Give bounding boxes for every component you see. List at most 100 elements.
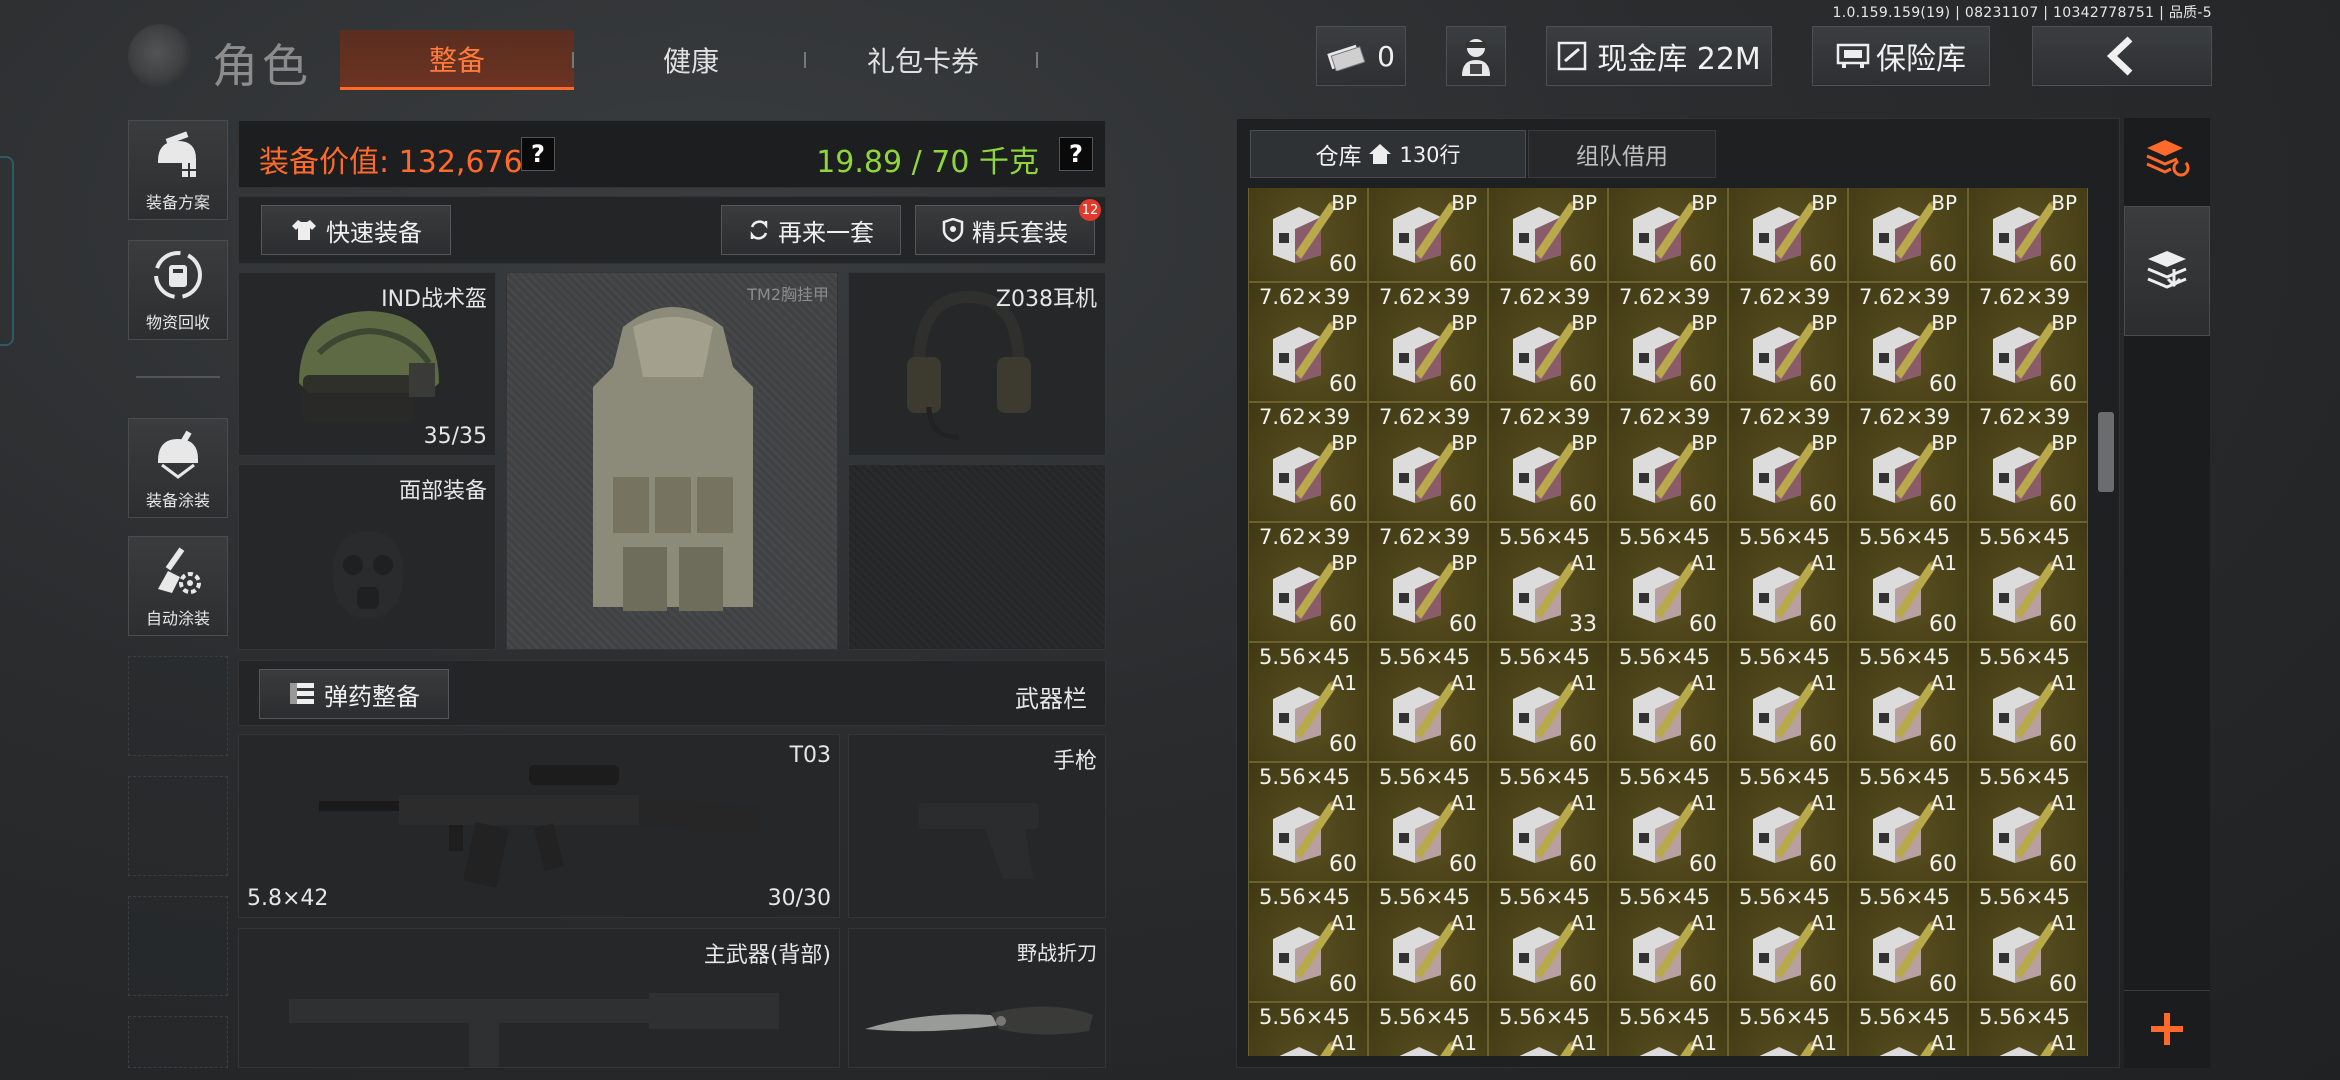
ammo-cell[interactable]: 5.56×45A160 xyxy=(1248,642,1368,762)
primary-weapon-slot[interactable]: T03 5.8×42 30/30 xyxy=(238,734,840,918)
warehouse-scrollbar[interactable] xyxy=(2098,412,2114,492)
ammo-cell[interactable]: 5.56×45 A1 33 xyxy=(1488,522,1608,642)
ammo-cell[interactable]: 7.62×39BP60 xyxy=(1728,402,1848,522)
ammo-cell[interactable]: 7.62×39BP60 xyxy=(1608,402,1728,522)
ammo-cell[interactable]: 5.56×45A160 xyxy=(1728,882,1848,1002)
tab-team-borrow[interactable]: 组队借用 xyxy=(1528,130,1716,178)
ammo-cell[interactable]: 7.62×39BP60 xyxy=(1488,282,1608,402)
face-slot[interactable]: 面部装备 xyxy=(238,464,496,650)
ammo-cell[interactable]: 7.62×39BP60 xyxy=(1608,282,1728,402)
ammo-quantity: 60 xyxy=(1449,612,1477,637)
ammo-type: A1 xyxy=(1570,911,1597,935)
ammo-cell[interactable]: 5.56×45A160 xyxy=(1368,762,1488,882)
ammo-cell[interactable]: 7.62×39BP60 xyxy=(1248,188,1368,282)
ammo-cell[interactable]: 5.56×45A160 xyxy=(1248,1002,1368,1056)
ammo-cell[interactable]: 5.56×45A160 xyxy=(1488,642,1608,762)
ammo-cell[interactable]: 7.62×39BP60 xyxy=(1848,188,1968,282)
ammo-cell[interactable]: 7.62×39BP60 xyxy=(1368,522,1488,642)
ammo-caliber: 5.56×45 xyxy=(1739,765,1831,789)
ammo-setup-button[interactable]: 弹药整备 xyxy=(259,669,449,719)
ammo-cell[interactable]: 5.56×45A160 xyxy=(1608,762,1728,882)
ammo-cell[interactable]: 7.62×39BP60 xyxy=(1368,402,1488,522)
ammo-cell[interactable]: 5.56×45A160 xyxy=(1968,522,2088,642)
ammo-cell[interactable]: 5.56×45A160 xyxy=(1608,522,1728,642)
ammo-cell[interactable]: 7.62×39BP60 xyxy=(1368,282,1488,402)
armor-slot[interactable]: TM2胸挂甲 xyxy=(506,272,838,650)
ammo-cell[interactable]: 5.56×45A160 xyxy=(1848,1002,1968,1056)
ammo-type: BP xyxy=(2051,191,2077,215)
ammo-quantity: 60 xyxy=(1449,852,1477,877)
again-set-button[interactable]: 再来一套 xyxy=(721,205,901,255)
ammo-cell[interactable]: 5.56×45A160 xyxy=(1488,882,1608,1002)
ammo-cell[interactable]: 7.62×39BP60 xyxy=(1248,522,1368,642)
ammo-cell[interactable]: 5.56×45A160 xyxy=(1368,642,1488,762)
ammo-cell[interactable]: 7.62×39BP60 xyxy=(1848,402,1968,522)
ammo-cell[interactable]: 7.62×39BP60 xyxy=(1368,188,1488,282)
ammo-cell[interactable]: 5.56×45A160 xyxy=(1728,642,1848,762)
weight-help-button[interactable]: ? xyxy=(1059,137,1093,171)
ammo-cell[interactable]: 5.56×45A160 xyxy=(1728,522,1848,642)
ammo-cell[interactable]: 7.62×39BP60 xyxy=(1248,282,1368,402)
ammo-cell[interactable]: 7.62×39BP60 xyxy=(1968,402,2088,522)
ammo-cell[interactable]: 7.62×39BP60 xyxy=(1728,188,1848,282)
ammo-cell[interactable]: 5.56×45A160 xyxy=(1848,762,1968,882)
ammo-cell[interactable]: 5.56×45A160 xyxy=(1848,642,1968,762)
ammo-type: A1 xyxy=(1930,551,1957,575)
ammo-cell[interactable]: 7.62×39BP60 xyxy=(1608,188,1728,282)
ammo-cell[interactable]: 5.56×45A160 xyxy=(1608,1002,1728,1056)
ammo-cell[interactable]: 5.56×45A160 xyxy=(1968,1002,2088,1056)
ammo-cell[interactable]: 5.56×45A160 xyxy=(1968,642,2088,762)
sidebar-item-auto-paint[interactable]: 自动涂装 xyxy=(128,536,228,636)
back-button[interactable] xyxy=(2032,26,2212,86)
value-help-button[interactable]: ? xyxy=(521,137,555,171)
add-button[interactable] xyxy=(2124,990,2210,1066)
quick-equip-button[interactable]: 快速装备 xyxy=(261,205,451,255)
ammo-type: A1 xyxy=(1690,911,1717,935)
ammo-cell[interactable]: 7.62×39BP60 xyxy=(1968,282,2088,402)
ammo-cell[interactable]: 5.56×45A160 xyxy=(1728,1002,1848,1056)
knife-slot[interactable]: 野战折刀 xyxy=(848,928,1106,1068)
tab-storage[interactable]: 仓库 130行 xyxy=(1250,130,1526,178)
ammo-cell[interactable]: 5.56×45A160 xyxy=(1968,882,2088,1002)
headset-slot[interactable]: Z038耳机 xyxy=(848,272,1106,456)
ammo-cell[interactable]: 5.56×45A160 xyxy=(1728,762,1848,882)
ammo-cell[interactable]: 5.56×45A160 xyxy=(1608,642,1728,762)
ammo-cell[interactable]: 5.56×45A160 xyxy=(1848,882,1968,1002)
ammo-cell[interactable]: 7.62×39BP60 xyxy=(1488,402,1608,522)
sidebar-item-label: 自动涂装 xyxy=(145,609,210,628)
pistol-slot[interactable]: 手枪 xyxy=(848,734,1106,918)
soldier-button[interactable] xyxy=(1446,26,1506,86)
empty-gear-slot[interactable] xyxy=(848,464,1106,650)
ammo-cell[interactable]: 5.56×45A160 xyxy=(1248,882,1368,1002)
cash-vault-button[interactable]: 现金库 22M xyxy=(1546,26,1772,86)
currency-button[interactable]: 0 xyxy=(1316,26,1406,86)
elite-set-button[interactable]: 精兵套装 xyxy=(915,205,1095,255)
ammo-cell[interactable]: 5.56×45A160 xyxy=(1488,1002,1608,1056)
helmet-slot[interactable]: IND战术盔 35/35 xyxy=(238,272,496,456)
layer-download-button[interactable] xyxy=(2124,206,2210,336)
ammo-cell[interactable]: 5.56×45A160 xyxy=(1368,882,1488,1002)
ammo-cell[interactable]: 7.62×39BP60 xyxy=(1488,188,1608,282)
sidebar-item-recycle[interactable]: 物资回收 xyxy=(128,240,228,340)
safe-box-button[interactable]: 保险库 xyxy=(1812,26,1990,86)
ammo-cell[interactable]: 7.62×39BP60 xyxy=(1848,282,1968,402)
ammo-cell[interactable]: 5.56×45A160 xyxy=(1968,762,2088,882)
tab-equip[interactable]: 整备 xyxy=(340,30,574,90)
ammo-cell[interactable]: 5.56×45A160 xyxy=(1608,882,1728,1002)
sidebar-item-loadout-plan[interactable]: 装备方案 xyxy=(128,120,228,220)
ammo-caliber: 5.56×45 xyxy=(1619,1005,1711,1029)
ammo-type: A1 xyxy=(1450,1031,1477,1055)
ammo-quantity: 60 xyxy=(2049,612,2077,637)
ammo-cell[interactable]: 5.56×45A160 xyxy=(1248,762,1368,882)
ammo-cell[interactable]: 5.56×45A160 xyxy=(1488,762,1608,882)
ammo-cell[interactable]: 7.62×39BP60 xyxy=(1728,282,1848,402)
ammo-cell[interactable]: 7.62×39BP60 xyxy=(1968,188,2088,282)
ammo-cell[interactable]: 7.62×39BP60 xyxy=(1248,402,1368,522)
ammo-cell[interactable]: 5.56×45A160 xyxy=(1848,522,1968,642)
tab-gift-cards[interactable]: 礼包卡券 xyxy=(806,30,1040,90)
primary-back-slot[interactable]: 主武器(背部) xyxy=(238,928,840,1068)
sidebar-item-paint[interactable]: 装备涂装 xyxy=(128,418,228,518)
sort-stack-button[interactable] xyxy=(2124,128,2210,188)
ammo-cell[interactable]: 5.56×45A160 xyxy=(1368,1002,1488,1056)
tab-health[interactable]: 健康 xyxy=(574,30,808,90)
